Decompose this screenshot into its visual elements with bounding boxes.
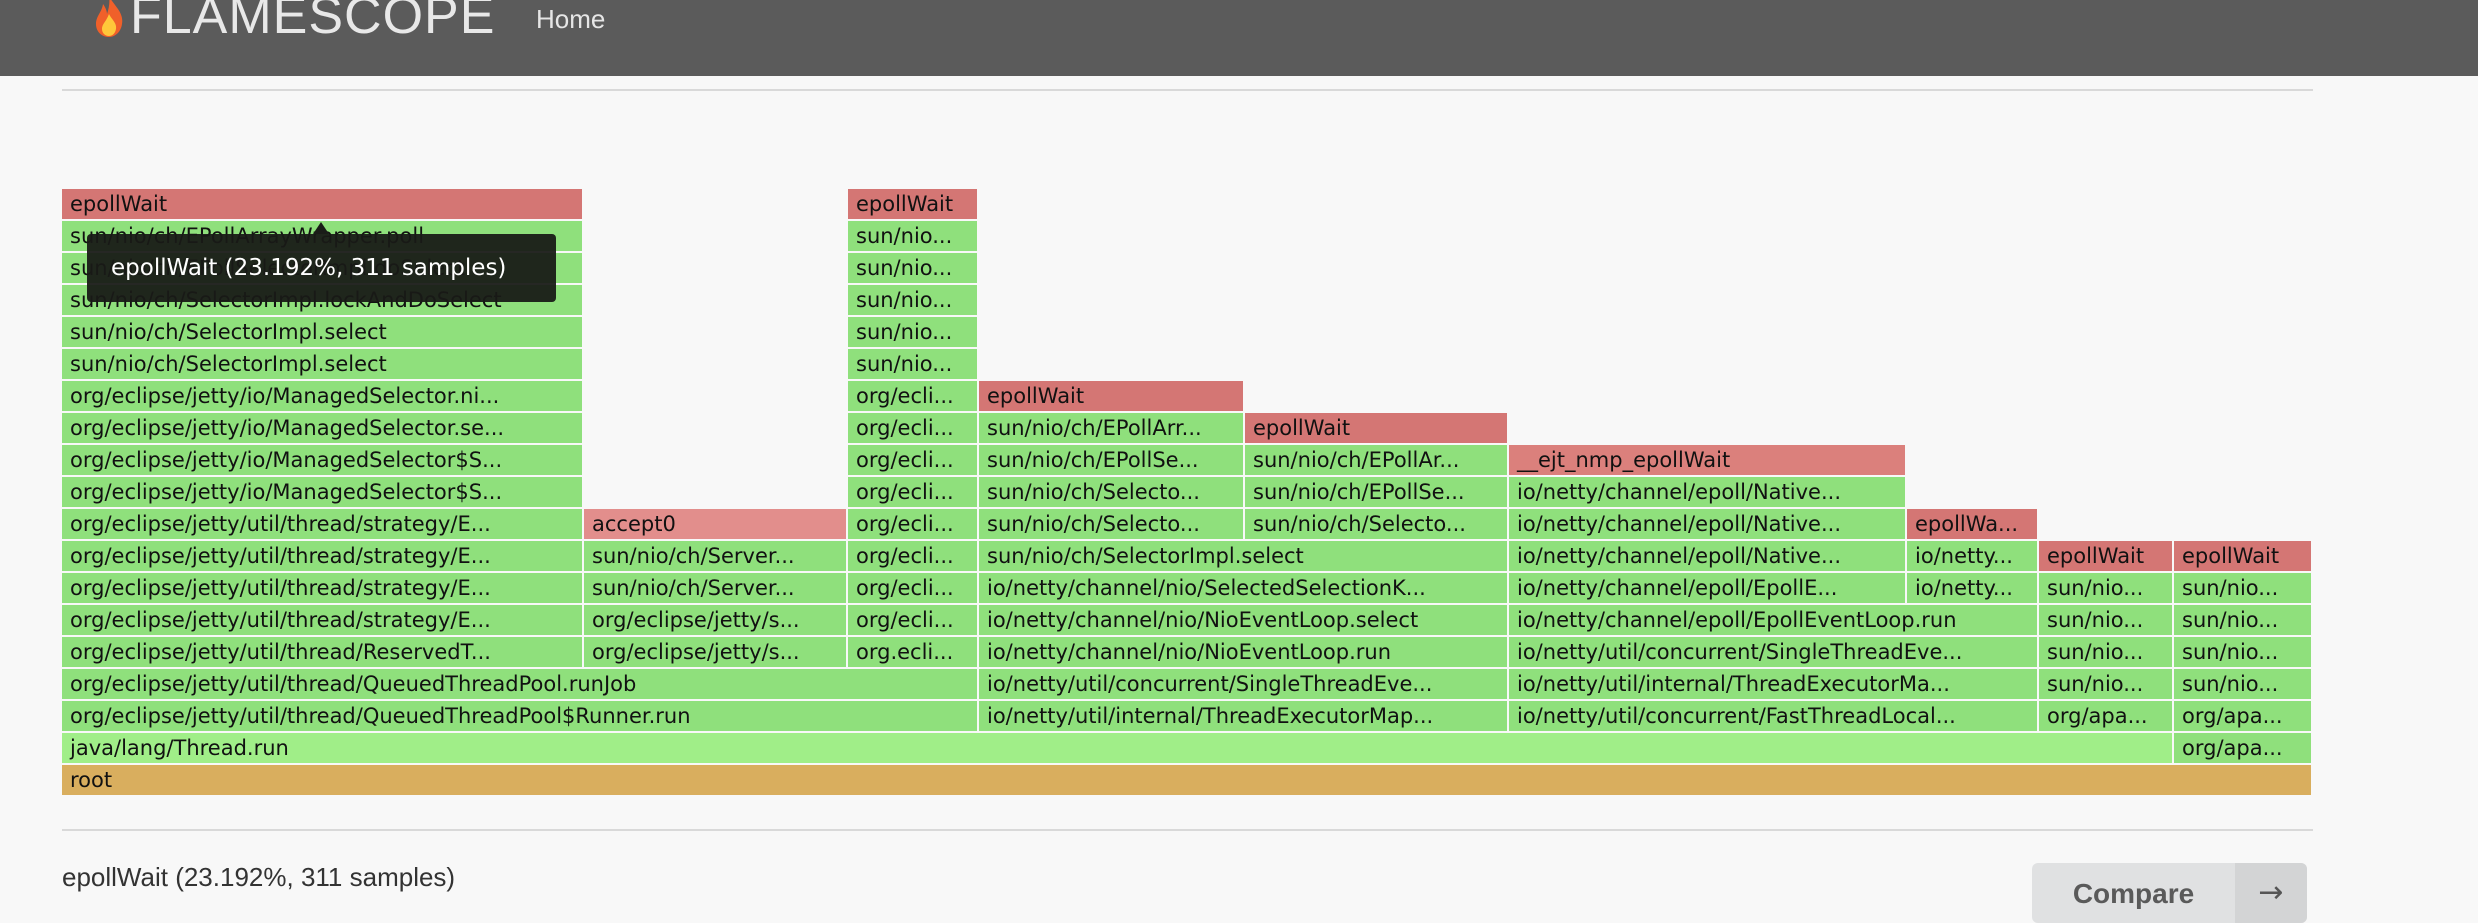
flame-frame[interactable]: org/ecli...	[848, 381, 977, 411]
flame-frame[interactable]: org/eclipse/jetty/util/thread/QueuedThre…	[62, 669, 977, 699]
flame-frame[interactable]: sun/nio...	[848, 285, 977, 315]
flame-frame[interactable]: sun/nio...	[848, 317, 977, 347]
flame-frame[interactable]: org/eclipse/jetty/io/ManagedSelector$S..…	[62, 445, 582, 475]
flame-frame[interactable]: sun/nio...	[2039, 669, 2172, 699]
flame-frame[interactable]: sun/nio...	[2174, 573, 2311, 603]
flame-frame[interactable]: sun/nio/ch/SelectorImpl.select	[62, 349, 582, 379]
flame-frame[interactable]: org/ecli...	[848, 605, 977, 635]
flame-frame[interactable]: io/netty/channel/nio/SelectedSelectionK.…	[979, 573, 1507, 603]
flame-frame[interactable]: io/netty/channel/epoll/Native...	[1509, 477, 1905, 507]
flame-frame[interactable]: org/eclipse/jetty/util/thread/strategy/E…	[62, 541, 582, 571]
flame-frame[interactable]: sun/nio/ch/SelectorImpl.select	[62, 317, 582, 347]
flame-frame[interactable]: org/apa...	[2174, 701, 2311, 731]
flame-frame[interactable]: sun/nio...	[848, 349, 977, 379]
flame-frame[interactable]: org/ecli...	[848, 509, 977, 539]
arrow-right-icon: →	[2235, 863, 2307, 923]
compare-label: Compare	[2072, 878, 2195, 909]
flame-frame[interactable]: sun/nio/ch/Selecto...	[979, 509, 1243, 539]
flame-frame[interactable]: org/ecli...	[848, 573, 977, 603]
flame-frame[interactable]: org/apa...	[2174, 733, 2311, 763]
compare-button[interactable]: Compare →	[2032, 863, 2307, 923]
flame-frame[interactable]: org/eclipse/jetty/util/thread/QueuedThre…	[62, 701, 977, 731]
flame-frame[interactable]: io/netty/channel/nio/NioEventLoop.select	[979, 605, 1507, 635]
flame-frame[interactable]: sun/nio/ch/Server...	[584, 541, 846, 571]
flame-frame[interactable]: org.ecli...	[848, 637, 977, 667]
flame-frame[interactable]: sun/nio...	[2174, 605, 2311, 635]
flame-frame[interactable]: sun/nio/ch/SelectorImpl.select	[979, 541, 1507, 571]
flame-frame[interactable]: sun/nio...	[2039, 605, 2172, 635]
flame-frame[interactable]: io/netty/channel/epoll/EpollEventLoop.ru…	[1509, 605, 2037, 635]
flame-frame[interactable]: org/eclipse/jetty/util/thread/strategy/E…	[62, 605, 582, 635]
flame-frame[interactable]: epollWait	[2039, 541, 2172, 571]
flame-frame[interactable]: sun/nio/ch/EPollSe...	[1245, 477, 1507, 507]
flame-frame[interactable]: sun/nio...	[2174, 669, 2311, 699]
flame-frame[interactable]: io/netty/channel/nio/NioEventLoop.run	[979, 637, 1507, 667]
flame-frame[interactable]: java/lang/Thread.run	[62, 733, 2172, 763]
flame-frame[interactable]: epollWa...	[1907, 509, 2037, 539]
flame-frame[interactable]: sun/nio/ch/Selecto...	[1245, 509, 1507, 539]
flame-frame[interactable]: root	[62, 765, 2311, 795]
flame-frame[interactable]: io/netty...	[1907, 573, 2037, 603]
flame-frame[interactable]: org/eclipse/jetty/io/ManagedSelector$S..…	[62, 477, 582, 507]
flame-frame[interactable]: io/netty/channel/epoll/Native...	[1509, 541, 1905, 571]
flame-frame[interactable]: org/apa...	[2039, 701, 2172, 731]
flame-frame[interactable]: org/ecli...	[848, 541, 977, 571]
flame-frame[interactable]: epollWait	[1245, 413, 1507, 443]
flame-frame[interactable]: sun/nio...	[2039, 637, 2172, 667]
flame-frame[interactable]: io/netty/util/concurrent/SingleThreadEve…	[979, 669, 1507, 699]
flame-frame[interactable]: org/eclipse/jetty/util/thread/strategy/E…	[62, 573, 582, 603]
flame-frame[interactable]: io/netty/channel/epoll/Native...	[1509, 509, 1905, 539]
flame-frame[interactable]: sun/nio...	[2174, 637, 2311, 667]
flame-frame[interactable]: sun/nio/ch/Server...	[584, 573, 846, 603]
flame-frame[interactable]: org/eclipse/jetty/s...	[584, 605, 846, 635]
flame-frame[interactable]: accept0	[584, 509, 846, 539]
flame-frame[interactable]: epollWait	[2174, 541, 2311, 571]
flame-frame[interactable]: org/eclipse/jetty/io/ManagedSelector.se.…	[62, 413, 582, 443]
flame-frame[interactable]: sun/nio/ch/EPollSe...	[979, 445, 1243, 475]
selected-frame-details: epollWait (23.192%, 311 samples)	[62, 862, 456, 892]
flame-frame[interactable]: io/netty/util/concurrent/SingleThreadEve…	[1509, 637, 2037, 667]
flame-frame[interactable]: io/netty/util/internal/ThreadExecutorMa.…	[1509, 669, 2037, 699]
frame-tooltip: epollWait (23.192%, 311 samples)	[87, 234, 556, 302]
flame-frame[interactable]: org/eclipse/jetty/util/thread/ReservedT.…	[62, 637, 582, 667]
flame-frame[interactable]: sun/nio/ch/EPollArr...	[979, 413, 1243, 443]
flame-graph[interactable]: root java/lang/Thread.run org/eclipse/jett…	[62, 0, 2313, 800]
flame-frame[interactable]: sun/nio...	[848, 253, 977, 283]
flame-frame[interactable]: __ejt_nmp_epollWait	[1509, 445, 1905, 475]
flame-frame[interactable]: sun/nio...	[2039, 573, 2172, 603]
flame-frame[interactable]: org/ecli...	[848, 413, 977, 443]
flame-frame[interactable]: org/eclipse/jetty/util/thread/strategy/E…	[62, 509, 582, 539]
flame-frame[interactable]: sun/nio/ch/Selecto...	[979, 477, 1243, 507]
flame-frame[interactable]: epollWait	[848, 189, 977, 219]
flame-frame[interactable]: org/ecli...	[848, 477, 977, 507]
flame-frame[interactable]: org/ecli...	[848, 445, 977, 475]
flame-frame[interactable]: io/netty/channel/epoll/EpollE...	[1509, 573, 1905, 603]
bottom-divider	[62, 829, 2313, 831]
flame-frame[interactable]: epollWait	[979, 381, 1243, 411]
flame-frame[interactable]: io/netty/util/concurrent/FastThreadLocal…	[1509, 701, 2037, 731]
flame-frame[interactable]: sun/nio/ch/EPollAr...	[1245, 445, 1507, 475]
tooltip-arrow	[313, 222, 329, 234]
flame-frame[interactable]: io/netty...	[1907, 541, 2037, 571]
flame-frame[interactable]: org/eclipse/jetty/io/ManagedSelector.ni.…	[62, 381, 582, 411]
flame-frame[interactable]: epollWait	[62, 189, 582, 219]
flame-frame[interactable]: io/netty/util/internal/ThreadExecutorMap…	[979, 701, 1507, 731]
flame-frame[interactable]: sun/nio...	[848, 221, 977, 251]
flame-frame[interactable]: org/eclipse/jetty/s...	[584, 637, 846, 667]
